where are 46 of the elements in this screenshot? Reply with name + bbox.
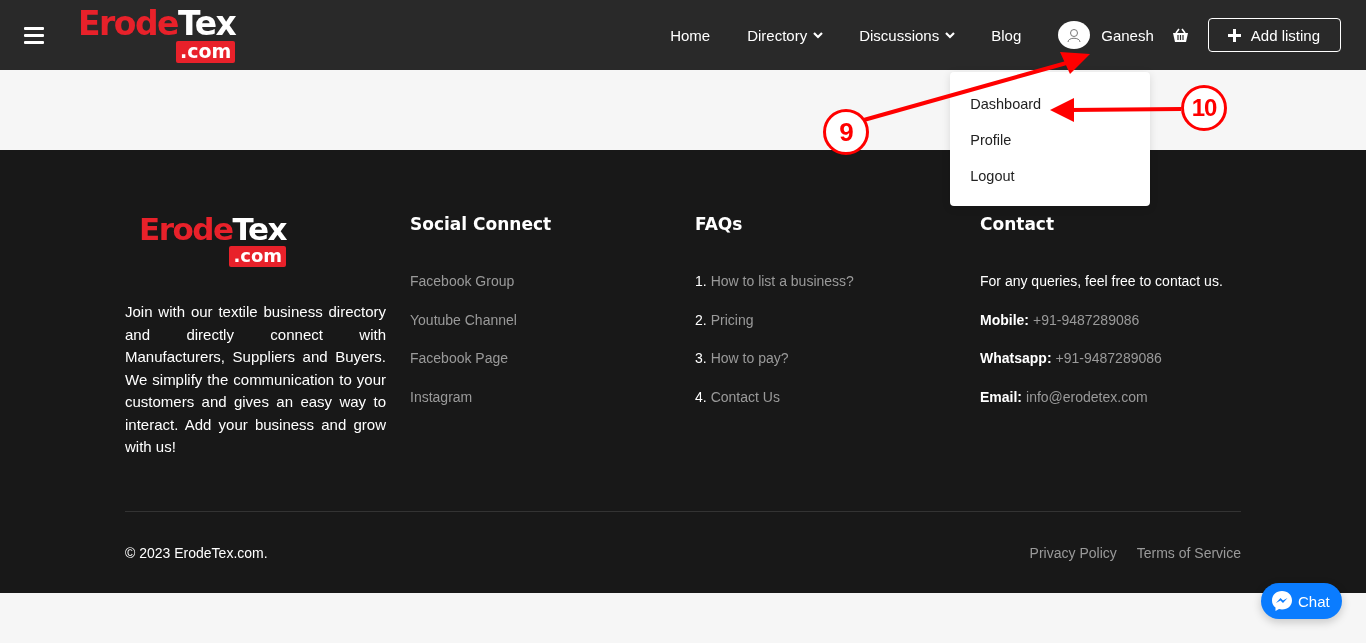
erodetex-logo[interactable]: ErodeTex .com xyxy=(139,214,287,267)
faq-number: 2. xyxy=(695,310,707,329)
user-name[interactable]: Ganesh xyxy=(1101,26,1154,44)
erodetex-logo[interactable]: ErodeTex .com xyxy=(78,7,236,63)
nav-link[interactable]: Discussions xyxy=(859,26,956,44)
column-heading: FAQs xyxy=(695,214,744,234)
step-number-badge: 10 xyxy=(1181,85,1227,131)
basket-icon[interactable] xyxy=(1171,27,1189,43)
faq-link[interactable]: Pricing xyxy=(710,310,754,329)
column-heading: Contact xyxy=(980,214,1056,234)
nav-link[interactable]: Blog xyxy=(991,26,1022,44)
plus-icon xyxy=(1227,28,1241,42)
footer-link[interactable]: Facebook Page xyxy=(410,349,695,367)
footer-link[interactable]: Facebook Group xyxy=(410,272,695,290)
menu-item[interactable]: Logout xyxy=(970,166,1131,186)
contact-value: info@erodetex.com xyxy=(1026,387,1148,406)
menu-item[interactable]: Dashboard xyxy=(970,94,1131,114)
add-listing-button[interactable]: Add listing xyxy=(1207,18,1341,52)
faq-link[interactable]: How to pay? xyxy=(710,349,789,367)
footer-link[interactable]: Youtube Channel xyxy=(410,310,695,329)
footer-link[interactable]: Instagram xyxy=(410,387,695,406)
legal-link[interactable]: Terms of Service xyxy=(1136,543,1241,562)
chat-button[interactable]: Chat xyxy=(1261,583,1342,619)
faq-link[interactable]: How to list a business? xyxy=(710,272,854,290)
contact-label: Mobile: xyxy=(980,310,1029,329)
step-number-badge: 9 xyxy=(823,109,869,155)
column-heading: Social Connect xyxy=(410,214,553,234)
copyright-text: © 2023 ErodeTex.com. xyxy=(125,544,268,561)
faq-number: 1. xyxy=(695,272,707,290)
avatar[interactable] xyxy=(1058,21,1091,49)
faq-link[interactable]: Contact Us xyxy=(710,387,780,406)
menu-item[interactable]: Profile xyxy=(970,130,1131,150)
faq-number: 3. xyxy=(695,349,707,367)
contact-label: Email: xyxy=(980,387,1022,406)
legal-link[interactable]: Privacy Policy xyxy=(1029,543,1117,562)
contact-value: +91-9487289086 xyxy=(1033,310,1140,329)
nav-link[interactable]: Directory xyxy=(747,26,824,44)
contact-value: +91-9487289086 xyxy=(1055,349,1162,367)
nav-link[interactable]: Home xyxy=(670,26,711,44)
menu-icon[interactable] xyxy=(24,26,44,44)
about-text: Join with our textile business directory and directly connect with Manufacturers, Suppliers and Buyers. We simplify the communication to your customers and gives an easy way to interact. Add your business and grow with us! xyxy=(125,302,386,457)
user-icon xyxy=(1067,27,1082,43)
faq-number: 4. xyxy=(695,387,707,406)
contact-label: Whatsapp: xyxy=(980,349,1052,367)
contact-intro: For any queries, feel free to contact us. xyxy=(980,272,1223,290)
messenger-icon xyxy=(1271,590,1293,612)
